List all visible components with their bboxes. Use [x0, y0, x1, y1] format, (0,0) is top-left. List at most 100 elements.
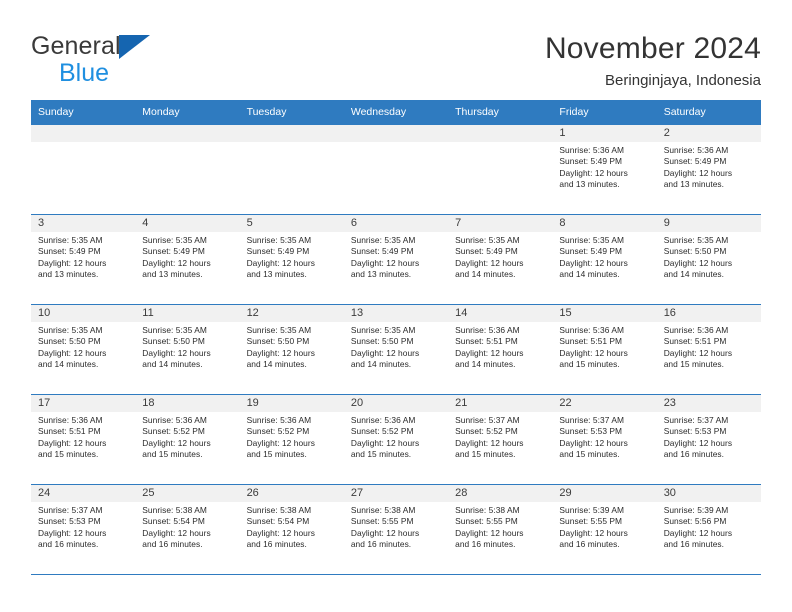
calendar-day-cell[interactable]: 14 Sunrise: 5:36 AM Sunset: 5:51 PM Dayligh…: [448, 304, 553, 394]
day-details: Sunrise: 5:36 AM Sunset: 5:52 PM Daylight:…: [240, 412, 344, 461]
calendar-day-cell[interactable]: 6 Sunrise: 5:35 AM Sunset: 5:49 PM Daylight…: [343, 214, 449, 304]
sunset-text: Sunset: 5:49 PM: [455, 246, 518, 257]
calendar-day-cell[interactable]: 10 Sunrise: 5:35 AM Sunset: 5:50 PM Dayligh…: [31, 304, 136, 394]
daylight-text-line1: Daylight: 12 hours: [246, 527, 315, 538]
day-number: [239, 124, 344, 142]
calendar-day-cell[interactable]: 28 Sunrise: 5:38 AM Sunset: 5:55 PM Dayligh…: [448, 484, 553, 574]
daylight-text-line2: and 15 minutes.: [559, 449, 620, 460]
daylight-text-line1: Daylight: 12 hours: [559, 527, 628, 538]
day-number: 29: [552, 484, 657, 502]
daylight-text-line1: Daylight: 12 hours: [350, 527, 420, 538]
day-number: 27: [343, 484, 449, 502]
day-number: [343, 124, 449, 142]
calendar-day-cell[interactable]: 3 Sunrise: 5:35 AM Sunset: 5:49 PM Daylight…: [31, 214, 136, 304]
sunset-text: Sunset: 5:50 PM: [663, 246, 727, 257]
daylight-text-line2: and 16 minutes.: [559, 539, 620, 550]
day-details: Sunrise: 5:35 AM Sunset: 5:50 PM Daylight:…: [135, 322, 239, 371]
calendar-day-cell[interactable]: 5 Sunrise: 5:35 AM Sunset: 5:49 PM Daylight…: [239, 214, 344, 304]
sunrise-text: Sunrise: 5:35 AM: [246, 234, 312, 245]
daylight-text-line1: Daylight: 12 hours: [663, 257, 733, 268]
calendar-day-cell[interactable]: 30 Sunrise: 5:39 AM Sunset: 5:56 PM Dayligh…: [656, 484, 761, 574]
sunrise-text: Sunrise: 5:36 AM: [559, 324, 624, 335]
calendar-day-cell[interactable]: 11 Sunrise: 5:35 AM Sunset: 5:50 PM Dayligh…: [135, 304, 240, 394]
sunset-text: Sunset: 5:50 PM: [38, 336, 101, 347]
day-number: 21: [448, 394, 553, 412]
calendar-grid: Sunday Monday Tuesday Wednesday Thursday Frid…: [31, 100, 761, 575]
day-details: Sunrise: 5:38 AM Sunset: 5:54 PM Daylight:…: [135, 502, 239, 551]
calendar-day-cell[interactable]: 25 Sunrise: 5:38 AM Sunset: 5:54 PM Dayligh…: [135, 484, 240, 574]
daylight-text-line2: and 15 minutes.: [142, 449, 203, 460]
day-details: Sunrise: 5:35 AM Sunset: 5:50 PM Daylight:…: [31, 322, 135, 371]
daylight-text-line1: Daylight: 12 hours: [246, 257, 315, 268]
calendar-day-cell[interactable]: 21 Sunrise: 5:37 AM Sunset: 5:52 PM Dayligh…: [448, 394, 553, 484]
day-details: Sunrise: 5:35 AM Sunset: 5:49 PM Daylight:…: [448, 232, 552, 281]
calendar-day-cell[interactable]: 23 Sunrise: 5:37 AM Sunset: 5:53 PM Dayligh…: [656, 394, 761, 484]
day-number: 7: [448, 214, 553, 232]
calendar-day-cell-empty: [343, 124, 449, 214]
calendar-day-cell[interactable]: 13 Sunrise: 5:35 AM Sunset: 5:50 PM Dayligh…: [343, 304, 449, 394]
day-number: 22: [552, 394, 657, 412]
sunrise-text: Sunrise: 5:36 AM: [455, 324, 520, 335]
calendar-day-cell[interactable]: 27 Sunrise: 5:38 AM Sunset: 5:55 PM Dayligh…: [343, 484, 449, 574]
calendar-day-cell[interactable]: 29 Sunrise: 5:39 AM Sunset: 5:55 PM Dayligh…: [552, 484, 657, 574]
day-details: Sunrise: 5:38 AM Sunset: 5:55 PM Daylight:…: [448, 502, 552, 551]
day-number: 30: [656, 484, 761, 502]
calendar-day-cell[interactable]: 9 Sunrise: 5:35 AM Sunset: 5:50 PM Daylight…: [656, 214, 761, 304]
calendar-day-cell[interactable]: 12 Sunrise: 5:35 AM Sunset: 5:50 PM Dayligh…: [239, 304, 344, 394]
daylight-text-line1: Daylight: 12 hours: [350, 257, 420, 268]
daylight-text-line1: Daylight: 12 hours: [663, 527, 733, 538]
calendar-day-cell[interactable]: 15 Sunrise: 5:36 AM Sunset: 5:51 PM Dayligh…: [552, 304, 657, 394]
daylight-text-line1: Daylight: 12 hours: [350, 347, 420, 358]
day-number: 15: [552, 304, 657, 322]
day-number: 6: [343, 214, 449, 232]
daylight-text-line1: Daylight: 12 hours: [559, 437, 628, 448]
calendar-day-cell[interactable]: 20 Sunrise: 5:36 AM Sunset: 5:52 PM Dayligh…: [343, 394, 449, 484]
daylight-text-line2: and 15 minutes.: [559, 359, 620, 370]
day-number: 17: [31, 394, 136, 412]
calendar-day-cell-empty: [239, 124, 344, 214]
day-details: Sunrise: 5:38 AM Sunset: 5:54 PM Daylight:…: [240, 502, 344, 551]
calendar-day-cell[interactable]: 24 Sunrise: 5:37 AM Sunset: 5:53 PM Dayligh…: [31, 484, 136, 574]
calendar-day-cell[interactable]: 16 Sunrise: 5:36 AM Sunset: 5:51 PM Dayligh…: [656, 304, 761, 394]
sunset-text: Sunset: 5:49 PM: [142, 246, 205, 257]
calendar-day-cell[interactable]: 22 Sunrise: 5:37 AM Sunset: 5:53 PM Dayligh…: [552, 394, 657, 484]
daylight-text-line2: and 16 minutes.: [663, 449, 725, 460]
logo-text-general: General: [31, 32, 121, 60]
day-number: 12: [239, 304, 344, 322]
sunrise-text: Sunrise: 5:35 AM: [142, 324, 207, 335]
daylight-text-line1: Daylight: 12 hours: [663, 437, 733, 448]
generalblue-logo[interactable]: General Blue: [31, 30, 201, 86]
sunrise-text: Sunrise: 5:37 AM: [38, 504, 103, 515]
calendar-day-cell[interactable]: 2 Sunrise: 5:36 AM Sunset: 5:49 PM Daylight…: [656, 124, 761, 214]
daylight-text-line1: Daylight: 12 hours: [142, 437, 211, 448]
daylight-text-line1: Daylight: 12 hours: [455, 347, 524, 358]
calendar-day-cell[interactable]: 26 Sunrise: 5:38 AM Sunset: 5:54 PM Dayligh…: [239, 484, 344, 574]
calendar-day-cell-empty: [31, 124, 136, 214]
sunrise-text: Sunrise: 5:35 AM: [38, 234, 103, 245]
day-number: 4: [135, 214, 240, 232]
daylight-text-line2: and 16 minutes.: [38, 539, 99, 550]
calendar-day-cell[interactable]: 4 Sunrise: 5:35 AM Sunset: 5:49 PM Daylight…: [135, 214, 240, 304]
calendar-day-cell[interactable]: 19 Sunrise: 5:36 AM Sunset: 5:52 PM Dayligh…: [239, 394, 344, 484]
sunrise-text: Sunrise: 5:35 AM: [350, 324, 416, 335]
day-number: 9: [656, 214, 761, 232]
sunrise-text: Sunrise: 5:39 AM: [663, 504, 729, 515]
sunrise-text: Sunrise: 5:35 AM: [455, 234, 520, 245]
calendar-day-cell[interactable]: 17 Sunrise: 5:36 AM Sunset: 5:51 PM Dayligh…: [31, 394, 136, 484]
day-details: Sunrise: 5:37 AM Sunset: 5:53 PM Daylight:…: [31, 502, 135, 551]
daylight-text-line2: and 13 minutes.: [142, 269, 203, 280]
sunset-text: Sunset: 5:49 PM: [559, 156, 623, 167]
calendar-day-cell[interactable]: 7 Sunrise: 5:35 AM Sunset: 5:49 PM Daylight…: [448, 214, 553, 304]
day-number: 20: [343, 394, 449, 412]
sunset-text: Sunset: 5:55 PM: [455, 516, 518, 527]
daylight-text-line2: and 15 minutes.: [455, 449, 516, 460]
daylight-text-line2: and 16 minutes.: [663, 539, 725, 550]
day-details: Sunrise: 5:36 AM Sunset: 5:51 PM Daylight:…: [657, 322, 761, 371]
calendar-day-cell[interactable]: 18 Sunrise: 5:36 AM Sunset: 5:52 PM Dayligh…: [135, 394, 240, 484]
calendar-day-cell[interactable]: 8 Sunrise: 5:35 AM Sunset: 5:49 PM Daylight…: [552, 214, 657, 304]
day-number: 8: [552, 214, 657, 232]
sunrise-text: Sunrise: 5:36 AM: [246, 414, 312, 425]
day-details: Sunrise: 5:36 AM Sunset: 5:51 PM Daylight:…: [552, 322, 656, 371]
calendar-day-cell[interactable]: 1 Sunrise: 5:36 AM Sunset: 5:49 PM Daylight…: [552, 124, 657, 214]
daylight-text-line2: and 16 minutes.: [142, 539, 203, 550]
